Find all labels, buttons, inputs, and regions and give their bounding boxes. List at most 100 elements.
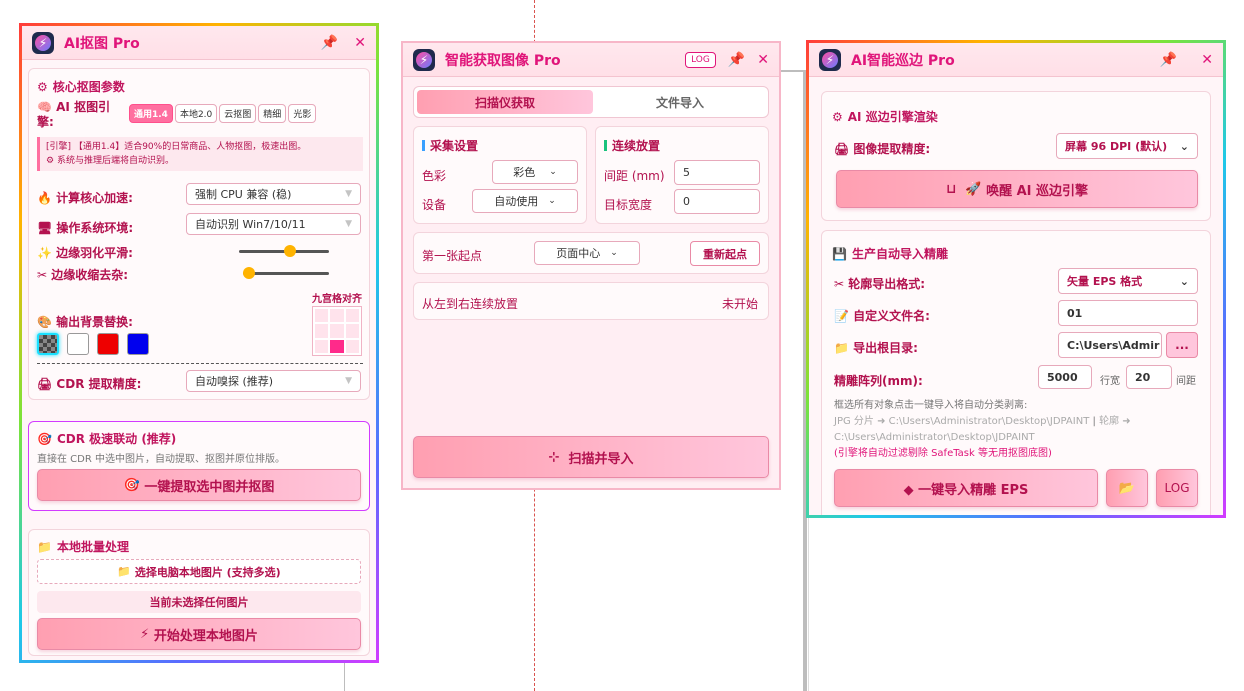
chevron-down-icon: ⌄: [610, 248, 618, 258]
titlebar: ⚡ AI抠图 Pro 📌 ✕: [22, 26, 376, 60]
cdr-label-text: CDR 提取精度:: [56, 377, 142, 391]
batch-card: 📁 本地批量处理 📁 选择电脑本地图片 (支持多选) 当前未选择任何图片 ⚡ 开始…: [28, 529, 370, 656]
scan-import-button[interactable]: ⊹ 扫描并导入: [413, 436, 769, 478]
swatch-white[interactable]: [67, 333, 89, 355]
feather-slider[interactable]: [239, 245, 329, 257]
chevron-down-icon: ▼: [345, 376, 352, 386]
collect-title: 采集设置: [422, 137, 478, 154]
grid-cell[interactable]: [330, 309, 344, 323]
precision-value: 屏幕 96 DPI (默认): [1065, 140, 1168, 153]
divider: [37, 363, 363, 364]
dir-label: 📁 导出根目录:: [834, 339, 918, 356]
import-title: 💾 生产自动导入精雕: [832, 245, 948, 262]
link-desc: 直接在 CDR 中选中图片，自动提取、抠图并原位排版。: [37, 454, 285, 465]
grid-cell[interactable]: [345, 309, 359, 323]
width-label: 目标宽度: [604, 198, 653, 212]
chip-light[interactable]: 光影: [288, 104, 317, 123]
gap-label: 间距: [1176, 376, 1196, 387]
os-select[interactable]: 自动识别 Win7/10/11 ▼: [186, 213, 361, 235]
open-folder-button[interactable]: 📂: [1106, 469, 1148, 507]
filename-input[interactable]: 01: [1058, 300, 1198, 326]
start-select[interactable]: 页面中心 ⌄: [534, 241, 640, 265]
chip-cloud[interactable]: 云抠图: [219, 104, 257, 123]
chip-general[interactable]: 通用1.4: [129, 104, 173, 123]
filename-label-text: 自定义文件名:: [853, 309, 930, 323]
titlebar: ⚡ AI智能巡边 Pro 📌 ✕: [809, 43, 1223, 77]
os-label: 🖥 操作系统环境:: [37, 219, 133, 236]
tab-file-import[interactable]: 文件导入: [594, 90, 766, 114]
shrink-label-text: 边缘收缩去杂:: [51, 268, 129, 282]
target-icon: 🎯: [37, 431, 52, 446]
browse-dir-button[interactable]: ...: [1166, 332, 1198, 358]
chevron-down-icon: ⌄: [1179, 274, 1189, 288]
gap-input[interactable]: 5: [674, 160, 760, 185]
close-icon[interactable]: ✕: [1201, 52, 1213, 68]
grid-cell-selected[interactable]: [330, 339, 344, 353]
start-processing-button[interactable]: ⚡ 开始处理本地图片: [37, 618, 361, 650]
precision-select[interactable]: 屏幕 96 DPI (默认) ⌄: [1056, 133, 1198, 159]
color-select[interactable]: 彩色 ⌄: [492, 160, 578, 184]
sparkle-icon: ✨: [37, 246, 52, 260]
os-value: 自动识别 Win7/10/11: [195, 218, 306, 231]
reset-start-button[interactable]: 重新起点: [690, 241, 760, 266]
titlebar: ⚡ 智能获取图像 Pro LOG 📌 ✕: [403, 43, 779, 77]
array-gap-input[interactable]: 20: [1126, 365, 1172, 389]
cdr-select[interactable]: 自动嗅探 (推荐) ▼: [186, 370, 361, 392]
swatch-transparent[interactable]: [37, 333, 59, 355]
swatch-blue[interactable]: [127, 333, 149, 355]
monitor-icon: 🖥: [37, 221, 53, 235]
palette-icon: 🎨: [37, 315, 52, 329]
tab-scanner[interactable]: 扫描仪获取: [417, 90, 593, 114]
array-width-input[interactable]: 5000: [1038, 365, 1092, 389]
pin-icon[interactable]: 📌: [728, 52, 745, 68]
panel-title: AI智能巡边 Pro: [851, 52, 955, 69]
width-input[interactable]: 0: [674, 189, 760, 214]
align-grid[interactable]: [312, 306, 362, 356]
hint-line: 框选所有对象点击一键导入将自动分类剥离:: [834, 400, 1028, 411]
app-logo-icon: ⚡: [819, 48, 841, 71]
grid-cell[interactable]: [345, 339, 359, 353]
close-icon[interactable]: ✕: [757, 52, 769, 68]
accel-label-text: 计算核心加速:: [56, 191, 133, 205]
shrink-slider-knob[interactable]: [243, 267, 255, 279]
hint-line: C:\Users\Administrator\Desktop\JDPAINT: [834, 432, 1035, 443]
grid-cell[interactable]: [345, 324, 359, 338]
pick-images-label: 选择电脑本地图片 (支持多选): [134, 565, 281, 579]
feather-slider-knob[interactable]: [284, 245, 297, 257]
engine-tip: [引擎] 【通用1.4】适合90%的日常商品、人物抠图，极速出图。 ⚙ 系统与推…: [37, 137, 363, 171]
shrink-slider[interactable]: [243, 267, 329, 279]
divider: [808, 518, 809, 691]
swatch-red[interactable]: [97, 333, 119, 355]
grid-cell[interactable]: [315, 339, 329, 353]
edge-engine-card: ⚙ AI 巡边引擎渲染 🖨 图像提取精度: 屏幕 96 DPI (默认) ⌄ ⊔ 🚀…: [821, 91, 1211, 221]
chip-fine[interactable]: 精细: [258, 104, 287, 123]
extract-cutout-button[interactable]: 🎯 一键提取选中图并抠图: [37, 469, 361, 501]
chip-local[interactable]: 本地2.0: [174, 104, 218, 123]
dir-input[interactable]: C:\Users\Admir: [1058, 332, 1162, 358]
placement-card: 连续放置 间距 (mm) 5 目标宽度 0: [595, 126, 769, 224]
device-value: 自动使用: [494, 195, 539, 208]
pick-images-button[interactable]: 📁 选择电脑本地图片 (支持多选): [37, 559, 361, 584]
folder-icon: 📁: [117, 565, 131, 578]
device-select[interactable]: 自动使用 ⌄: [472, 189, 578, 213]
flow-status: 未开始: [721, 297, 758, 311]
chevron-down-icon: ▼: [345, 189, 352, 199]
close-icon[interactable]: ✕: [354, 35, 366, 51]
scissors-icon: ✂: [37, 268, 48, 282]
gear-icon: ⚙: [46, 156, 55, 166]
import-eps-button[interactable]: ◆ 一键导入精雕 EPS: [834, 469, 1098, 507]
collect-title-text: 采集设置: [430, 139, 479, 153]
pin-icon[interactable]: 📌: [321, 35, 338, 51]
log-button[interactable]: LOG: [685, 51, 716, 68]
log-button[interactable]: LOG: [1156, 469, 1198, 507]
import-card: 💾 生产自动导入精雕 ✂ 轮廓导出格式: 矢量 EPS 格式 ⌄ 📝 自定义文件名:…: [821, 230, 1211, 515]
format-select[interactable]: 矢量 EPS 格式 ⌄: [1058, 268, 1198, 294]
hint-jpg: JPG 分片 ➜ C:\Users\Administrator\Desktop\…: [834, 416, 1090, 427]
grid-cell[interactable]: [315, 324, 329, 338]
wake-engine-button[interactable]: ⊔ 🚀 唤醒 AI 巡边引擎: [836, 170, 1198, 208]
pin-icon[interactable]: 📌: [1160, 52, 1177, 68]
grid-cell[interactable]: [315, 309, 329, 323]
grid-cell[interactable]: [330, 324, 344, 338]
accel-select[interactable]: 强制 CPU 兼容 (稳) ▼: [186, 183, 361, 205]
cup-icon: ⊔: [945, 181, 957, 197]
